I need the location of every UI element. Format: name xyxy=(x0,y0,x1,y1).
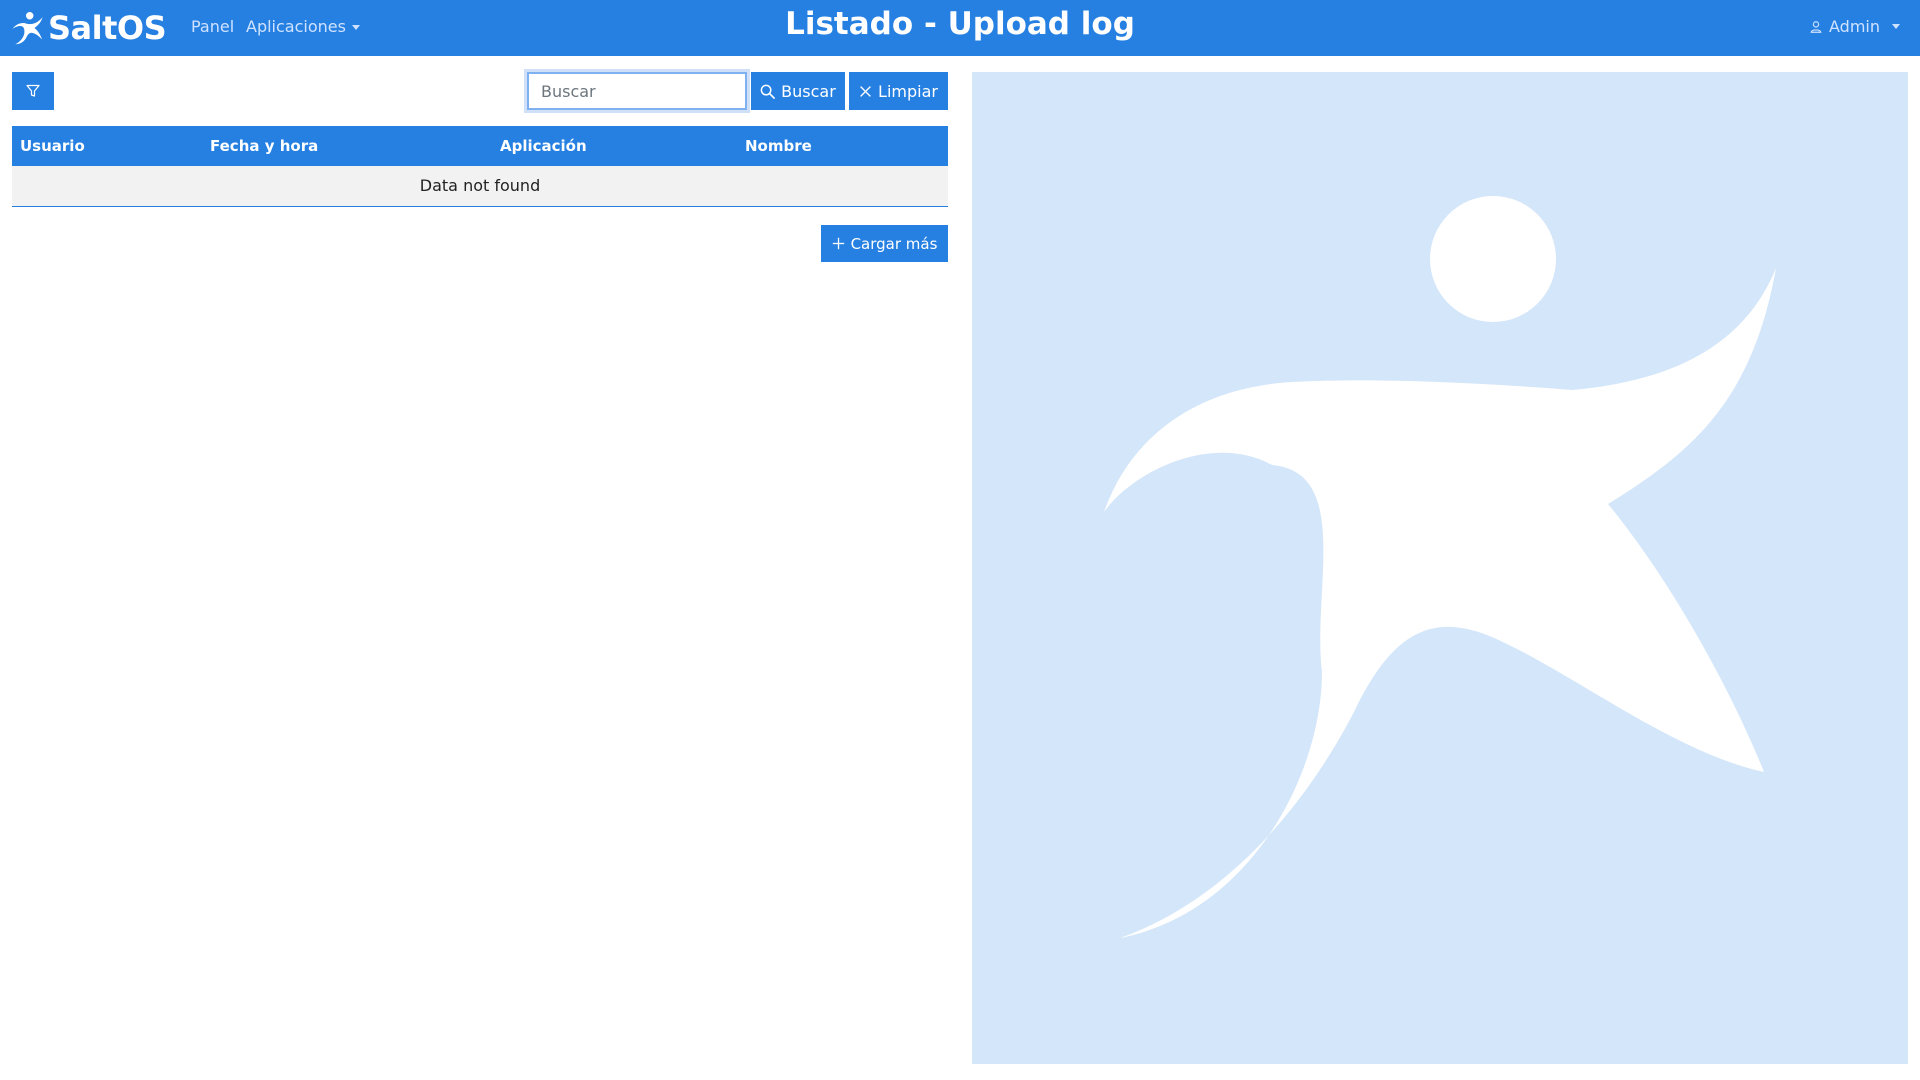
caret-down-icon xyxy=(351,25,360,30)
top-navbar: SaltOS Panel Aplicaciones Listado - Uplo… xyxy=(0,0,1920,56)
filter-button[interactable] xyxy=(12,72,54,110)
filter-icon xyxy=(26,84,40,97)
nav-dropdown-label: Aplicaciones xyxy=(246,17,346,36)
load-more-label: Cargar más xyxy=(850,234,938,253)
caret-down-icon xyxy=(1892,24,1900,29)
column-header-fecha[interactable]: Fecha y hora xyxy=(210,137,318,155)
brand-name: SaltOS xyxy=(48,9,167,47)
nav-dropdown-aplicaciones[interactable]: Aplicaciones xyxy=(246,17,360,36)
search-button[interactable]: Buscar xyxy=(751,72,845,110)
user-name: Admin xyxy=(1829,17,1880,36)
search-button-label: Buscar xyxy=(781,81,836,101)
brand-logo[interactable]: SaltOS xyxy=(10,8,167,48)
person-icon xyxy=(1810,20,1822,33)
search-input[interactable] xyxy=(527,72,747,110)
search-icon xyxy=(760,84,776,99)
column-header-nombre[interactable]: Nombre xyxy=(745,137,812,155)
user-menu[interactable]: Admin xyxy=(1809,17,1900,36)
clear-button[interactable]: Limpiar xyxy=(849,72,948,110)
nav-link-panel[interactable]: Panel xyxy=(191,17,234,36)
saltos-figure-watermark xyxy=(1104,196,1776,938)
column-header-usuario[interactable]: Usuario xyxy=(20,137,85,155)
clear-button-label: Limpiar xyxy=(878,81,938,101)
column-header-aplicacion[interactable]: Aplicación xyxy=(500,137,587,155)
upload-log-table: Usuario Fecha y hora Aplicación Nombre D… xyxy=(12,126,948,207)
plus-icon xyxy=(832,237,844,250)
placeholder-panel xyxy=(972,72,1908,1064)
table-header: Usuario Fecha y hora Aplicación Nombre xyxy=(12,126,948,166)
saltos-logo-icon xyxy=(12,12,43,45)
close-icon xyxy=(860,85,871,97)
empty-table-row: Data not found xyxy=(12,166,948,207)
load-more-button[interactable]: Cargar más xyxy=(821,225,948,262)
